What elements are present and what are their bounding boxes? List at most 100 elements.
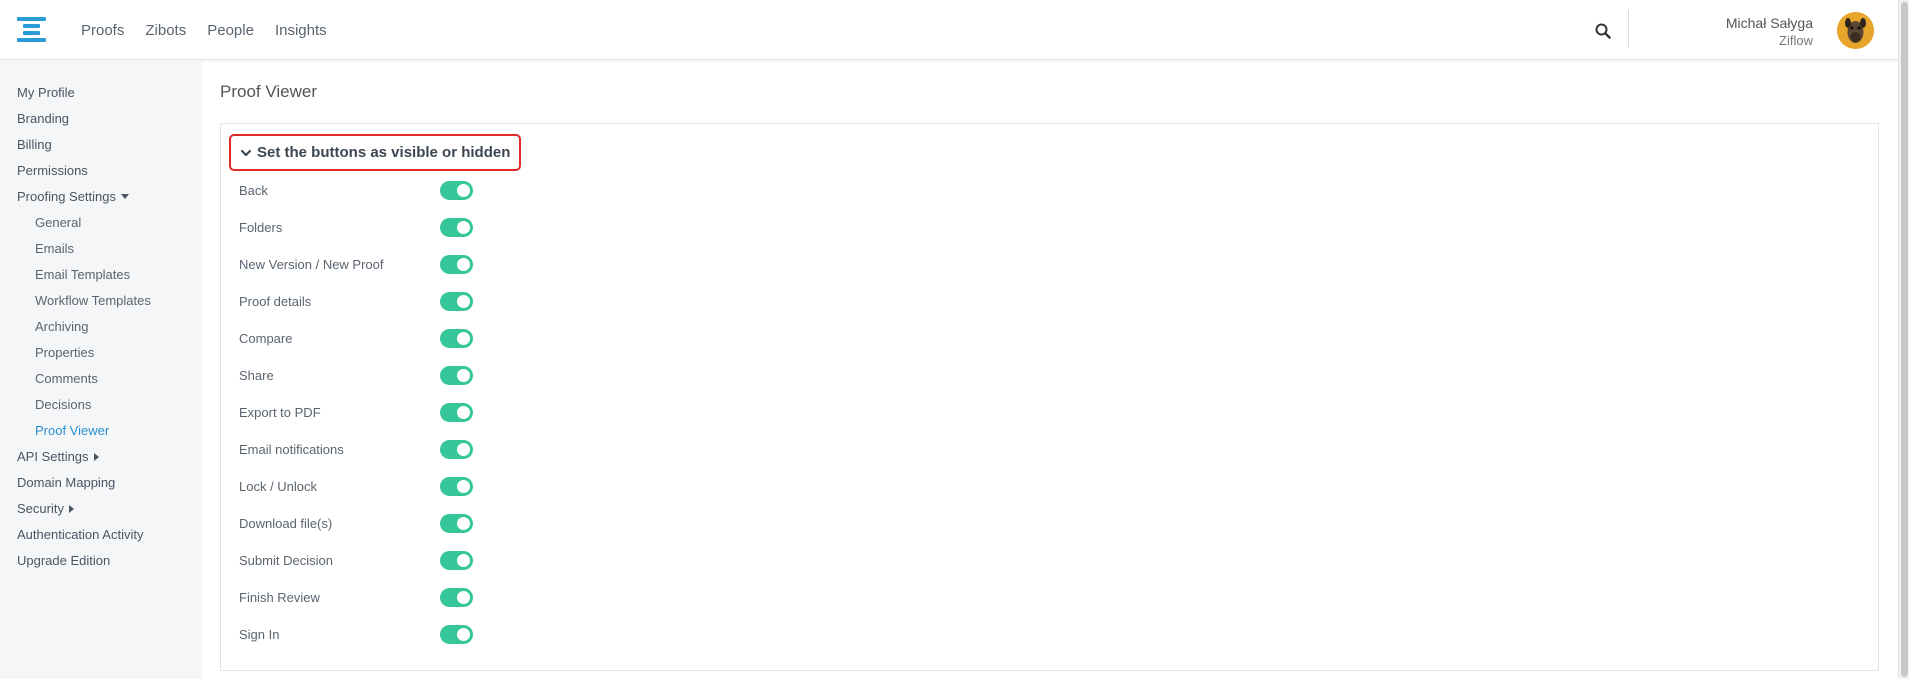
toggle-knob: [457, 295, 470, 308]
setting-label: Export to PDF: [239, 405, 321, 420]
toggle-email-notifications[interactable]: [440, 440, 473, 459]
setting-row-folders: Folders: [239, 209, 479, 246]
avatar[interactable]: [1837, 12, 1874, 49]
sidebar-item-my-profile[interactable]: My Profile: [17, 85, 75, 100]
setting-label: Back: [239, 183, 268, 198]
setting-row-compare: Compare: [239, 320, 479, 357]
sidebar-item-upgrade-edition[interactable]: Upgrade Edition: [17, 553, 110, 568]
sidebar-item-label: Properties: [35, 345, 95, 360]
sidebar-item-proof-viewer[interactable]: Proof Viewer: [35, 423, 109, 438]
sidebar-item-general[interactable]: General: [35, 215, 81, 230]
setting-row-finish-review: Finish Review: [239, 579, 479, 616]
sidebar-item-decisions[interactable]: Decisions: [35, 397, 91, 412]
toggle-knob: [457, 628, 470, 641]
sidebar-item-label: Authentication Activity: [17, 527, 144, 542]
caret-down-icon: [121, 194, 130, 199]
toggle-back[interactable]: [440, 181, 473, 200]
user-org: Ziflow: [1779, 33, 1813, 48]
header-divider: [1628, 10, 1629, 48]
sidebar-item-label: Workflow Templates: [35, 293, 151, 308]
sidebar-item-label: Upgrade Edition: [17, 553, 111, 568]
toggle-sign-in[interactable]: [440, 625, 473, 644]
sidebar-item-permissions[interactable]: Permissions: [17, 163, 88, 178]
sidebar-item-comments[interactable]: Comments: [35, 371, 98, 386]
settings-sidebar: My Profile Branding Billing Permissions …: [0, 61, 202, 679]
setting-label: Sign In: [239, 627, 280, 642]
section-toggle-header[interactable]: Set the buttons as visible or hidden: [229, 134, 521, 171]
nav-proofs[interactable]: Proofs: [81, 22, 124, 39]
setting-label: Download file(s): [239, 516, 333, 531]
setting-row-new-version: New Version / New Proof: [239, 246, 479, 283]
toggle-knob: [457, 221, 470, 234]
page-scrollbar[interactable]: [1898, 0, 1909, 679]
sidebar-item-label: Branding: [17, 111, 70, 126]
setting-label: Proof details: [239, 294, 312, 309]
setting-row-share: Share: [239, 357, 479, 394]
toggle-knob: [457, 443, 470, 456]
toggle-knob: [457, 184, 470, 197]
sidebar-item-branding[interactable]: Branding: [17, 111, 69, 126]
search-icon[interactable]: [1590, 18, 1616, 44]
nav-zibots[interactable]: Zibots: [145, 22, 186, 39]
sidebar-item-api-settings[interactable]: API Settings: [17, 449, 99, 464]
toggle-download-files[interactable]: [440, 514, 473, 533]
toggle-folders[interactable]: [440, 218, 473, 237]
toggle-new-version[interactable]: [440, 255, 473, 274]
sidebar-item-label: API Settings: [17, 449, 89, 464]
sidebar-item-security[interactable]: Security: [17, 501, 74, 516]
sidebar-item-billing[interactable]: Billing: [17, 137, 52, 152]
toggle-export-pdf[interactable]: [440, 403, 473, 422]
sidebar-item-label: Email Templates: [35, 267, 131, 282]
setting-row-sign-in: Sign In: [239, 616, 479, 653]
toggle-lock-unlock[interactable]: [440, 477, 473, 496]
nav-people[interactable]: People: [207, 22, 254, 39]
setting-label: Submit Decision: [239, 553, 333, 568]
sidebar-item-properties[interactable]: Properties: [35, 345, 94, 360]
scrollbar-thumb[interactable]: [1901, 2, 1908, 677]
sidebar-item-emails[interactable]: Emails: [35, 241, 74, 256]
toggle-knob: [457, 480, 470, 493]
nav-insights[interactable]: Insights: [275, 22, 327, 39]
setting-row-email-notifications: Email notifications: [239, 431, 479, 468]
toggle-share[interactable]: [440, 366, 473, 385]
caret-right-icon: [68, 504, 74, 513]
top-bar: Proofs Zibots People Insights Michał Sał…: [0, 0, 1898, 60]
toggle-proof-details[interactable]: [440, 292, 473, 311]
sidebar-item-workflow-templates[interactable]: Workflow Templates: [35, 293, 151, 308]
setting-label: Folders: [239, 220, 283, 235]
setting-label: Share: [239, 368, 274, 383]
setting-row-export-pdf: Export to PDF: [239, 394, 479, 431]
toggle-knob: [457, 369, 470, 382]
toggle-finish-review[interactable]: [440, 588, 473, 607]
sidebar-item-email-templates[interactable]: Email Templates: [35, 267, 130, 282]
ziflow-logo-icon[interactable]: [17, 17, 46, 43]
sidebar-item-label: Comments: [35, 371, 98, 386]
setting-row-lock-unlock: Lock / Unlock: [239, 468, 479, 505]
sidebar-item-proofing-settings[interactable]: Proofing Settings: [17, 189, 130, 204]
setting-label: Compare: [239, 331, 293, 346]
sidebar-item-label: Domain Mapping: [17, 475, 116, 490]
sidebar-item-label: Decisions: [35, 397, 92, 412]
toggle-knob: [457, 258, 470, 271]
caret-right-icon: [93, 452, 99, 461]
user-info[interactable]: Michał Sałyga Ziflow: [1726, 14, 1813, 50]
page-title: Proof Viewer: [220, 82, 318, 101]
sidebar-item-label: Proofing Settings: [17, 189, 117, 204]
toggle-compare[interactable]: [440, 329, 473, 348]
user-name: Michał Sałyga: [1725, 15, 1813, 31]
sidebar-item-label: General: [35, 215, 82, 230]
setting-row-submit-decision: Submit Decision: [239, 542, 479, 579]
toggle-submit-decision[interactable]: [440, 551, 473, 570]
section-label: Set the buttons as visible or hidden: [257, 144, 511, 161]
toggle-knob: [457, 554, 470, 567]
sidebar-item-authentication-activity[interactable]: Authentication Activity: [17, 527, 143, 542]
setting-label: Finish Review: [239, 590, 320, 605]
sidebar-item-label: Security: [17, 501, 64, 516]
toggle-knob: [457, 517, 470, 530]
sidebar-item-label: My Profile: [17, 85, 75, 100]
sidebar-item-label: Permissions: [17, 163, 88, 178]
sidebar-item-domain-mapping[interactable]: Domain Mapping: [17, 475, 115, 490]
setting-label: Lock / Unlock: [239, 479, 318, 494]
toggle-knob: [457, 332, 470, 345]
sidebar-item-archiving[interactable]: Archiving: [35, 319, 88, 334]
